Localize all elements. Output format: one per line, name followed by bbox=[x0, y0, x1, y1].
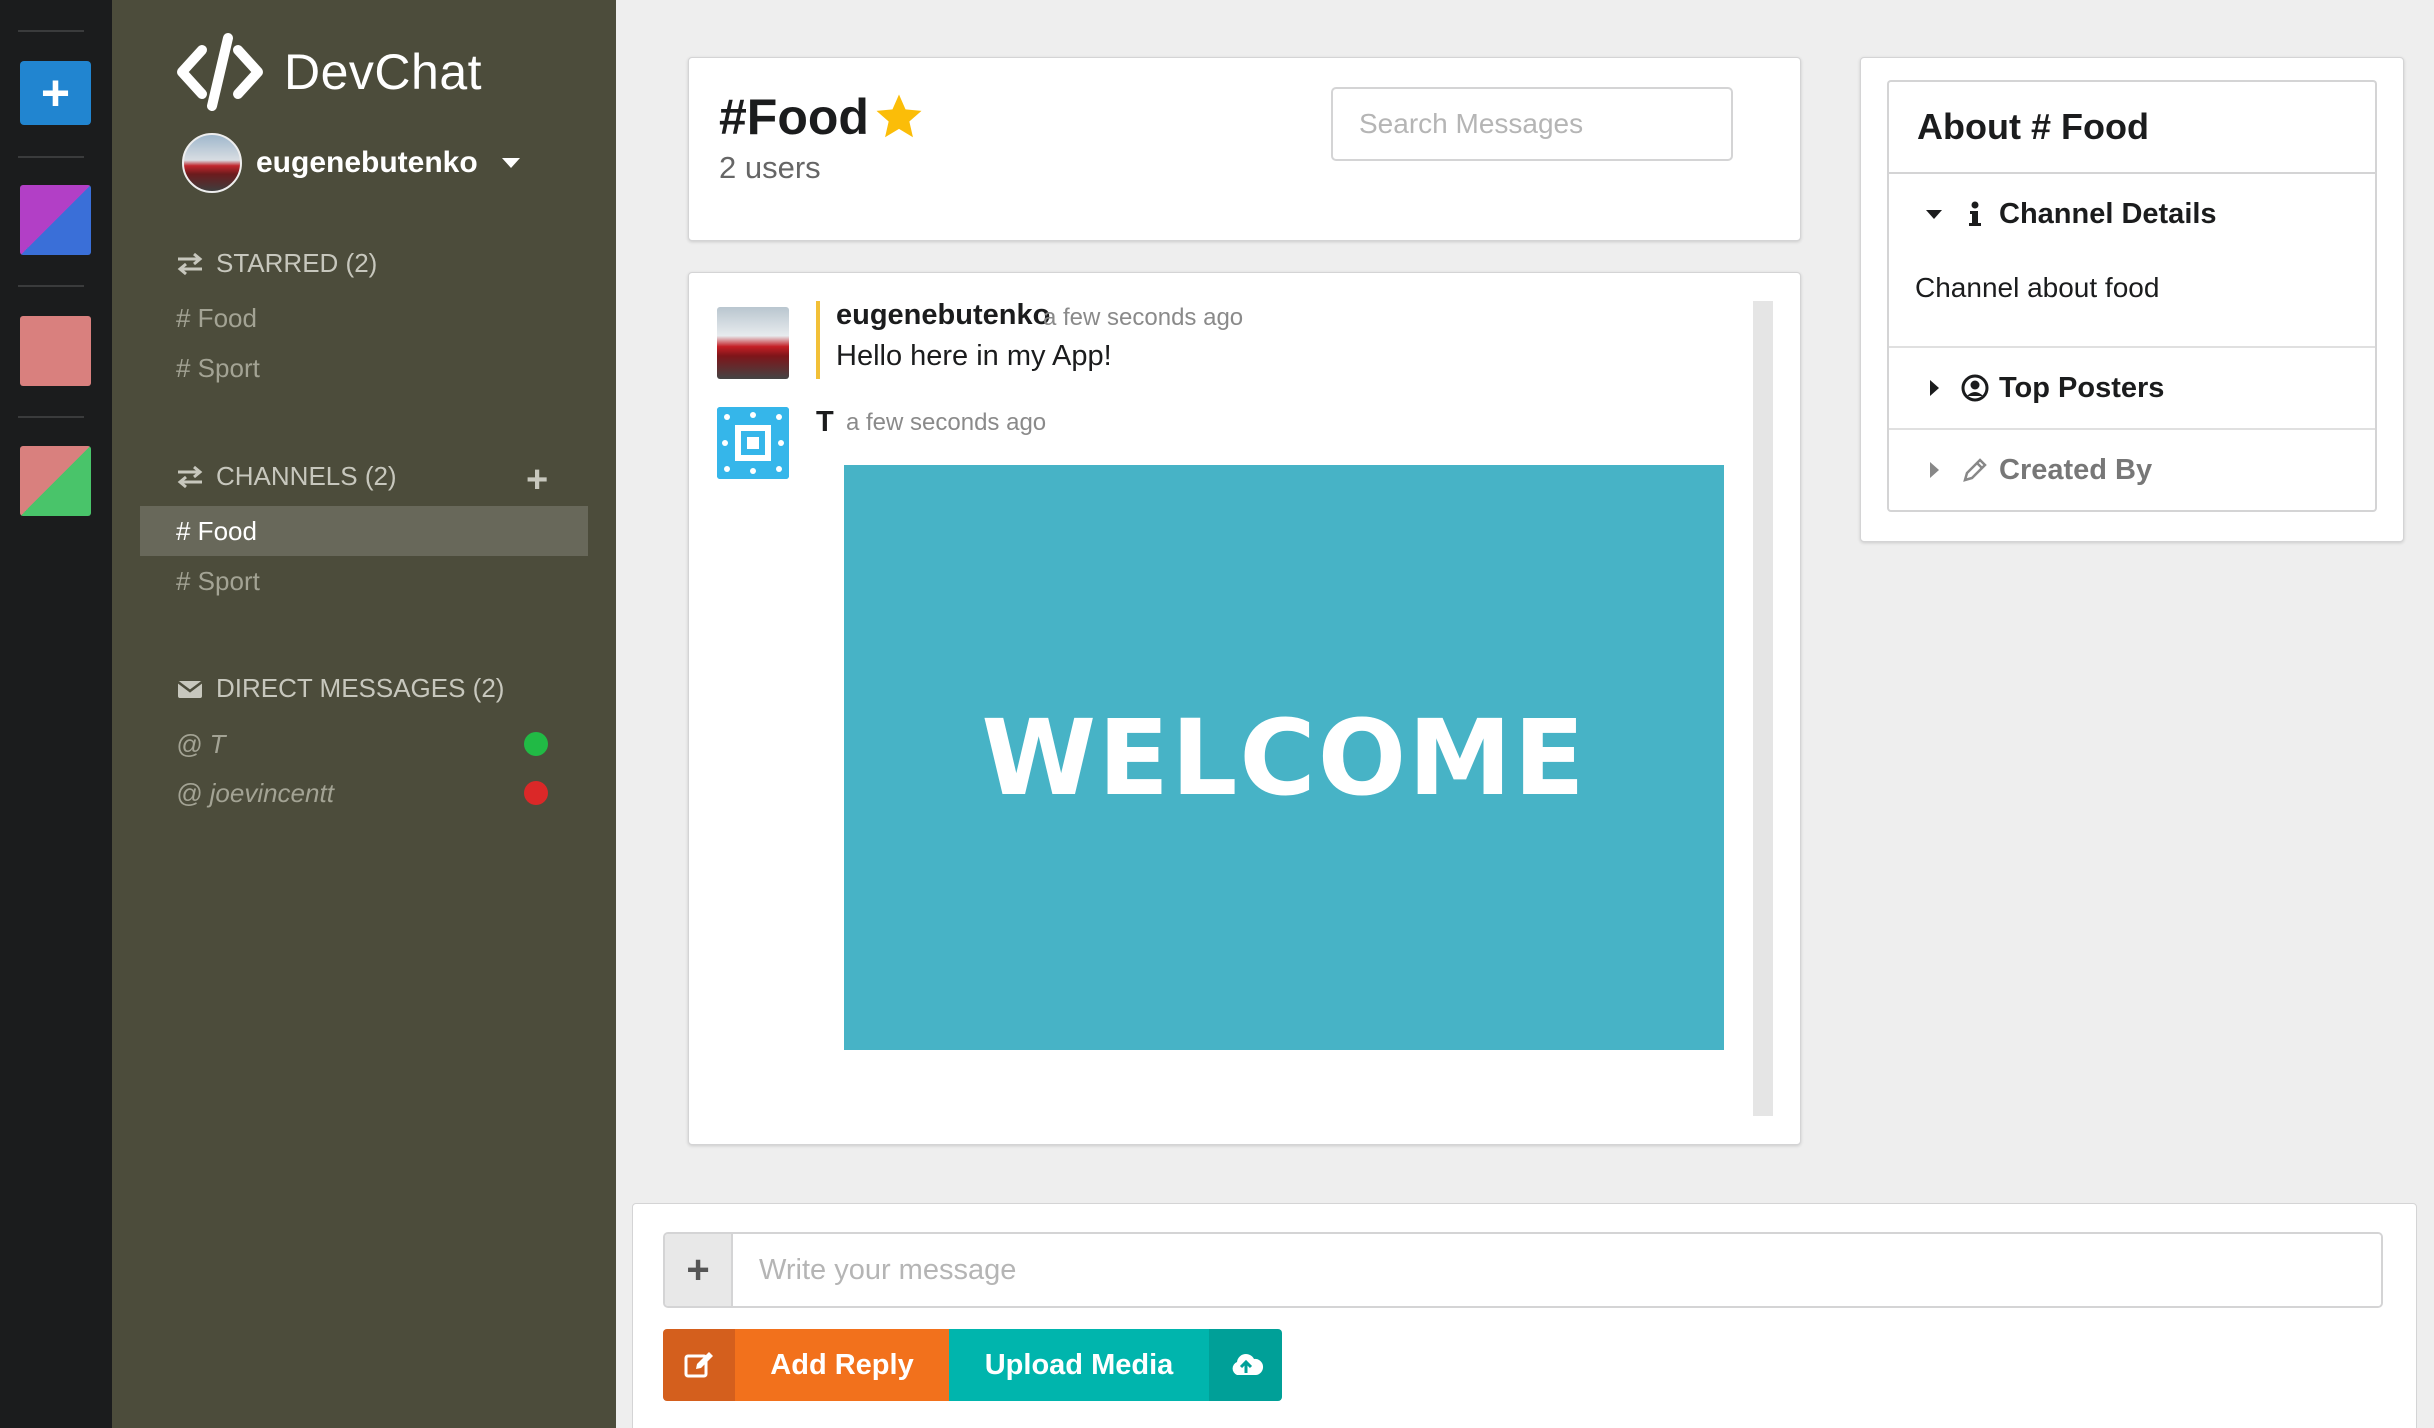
user-count: 2 users bbox=[719, 150, 821, 185]
add-reply-button[interactable]: Add Reply bbox=[735, 1329, 949, 1401]
scrollbar[interactable] bbox=[1753, 301, 1773, 1116]
color-panel-divider bbox=[18, 156, 84, 158]
avatar bbox=[717, 407, 789, 479]
welcome-image-text: WELCOME bbox=[981, 696, 1587, 819]
starred-item-label: # Food bbox=[176, 302, 257, 333]
message-image[interactable]: WELCOME bbox=[844, 465, 1724, 1050]
add-reply-label: Add Reply bbox=[770, 1348, 914, 1381]
exchange-icon bbox=[177, 465, 203, 488]
own-message-indicator bbox=[816, 301, 820, 379]
starred-item-label: # Sport bbox=[176, 352, 260, 383]
dm-item-joevincentt[interactable]: @ joevincentt bbox=[140, 768, 588, 818]
color-swatch[interactable] bbox=[20, 446, 91, 516]
meta-title: About # Food bbox=[1887, 80, 2377, 172]
accordion-created-by[interactable]: Created By bbox=[1889, 430, 2375, 510]
info-icon bbox=[1969, 201, 1981, 226]
channel-item-food[interactable]: # Food bbox=[140, 506, 588, 556]
dm-item-t[interactable]: @ T bbox=[140, 719, 588, 769]
starred-item-food[interactable]: # Food bbox=[140, 293, 588, 343]
message-timestamp: a few seconds ago bbox=[846, 409, 1047, 436]
channel-item-sport[interactable]: # Sport bbox=[140, 556, 588, 606]
color-swatch[interactable] bbox=[20, 185, 91, 255]
upload-media-button[interactable]: Upload Media bbox=[949, 1329, 1209, 1401]
add-reply-icon-button[interactable] bbox=[663, 1329, 735, 1401]
brand: DevChat bbox=[174, 32, 482, 112]
color-panel: + bbox=[0, 0, 112, 1428]
direct-messages-header: DIRECT MESSAGES (2) bbox=[176, 673, 504, 704]
avatar bbox=[717, 307, 789, 379]
color-panel-divider bbox=[18, 30, 84, 32]
avatar bbox=[182, 133, 242, 193]
messages-header: #Food 2 users bbox=[688, 57, 1801, 241]
starred-header: STARRED (2) bbox=[176, 248, 377, 279]
username: eugenebutenko bbox=[256, 146, 478, 179]
color-swatch[interactable] bbox=[20, 316, 91, 386]
add-channel-button[interactable]: + bbox=[526, 459, 548, 502]
online-status-icon bbox=[524, 732, 548, 756]
direct-messages-header-label: DIRECT MESSAGES (2) bbox=[216, 673, 505, 703]
caret-down-icon bbox=[1926, 210, 1942, 219]
sidebar: DevChat eugenebutenko STARRED (2) # Food… bbox=[112, 0, 616, 1428]
message-author: T bbox=[816, 406, 834, 438]
channel-item-label: # Sport bbox=[176, 565, 260, 596]
channel-title: #Food bbox=[719, 88, 927, 146]
message-input[interactable] bbox=[733, 1234, 2381, 1306]
exchange-icon bbox=[177, 252, 203, 275]
message-text: Hello here in my App! bbox=[836, 340, 1112, 372]
caret-right-icon bbox=[1930, 380, 1939, 396]
upload-media-icon-button[interactable] bbox=[1209, 1329, 1282, 1401]
caret-down-icon bbox=[501, 158, 520, 168]
search-input[interactable] bbox=[1359, 108, 1720, 140]
app-name: DevChat bbox=[284, 44, 483, 100]
channel-name: #Food bbox=[719, 89, 869, 145]
add-attachment-button[interactable]: + bbox=[665, 1234, 733, 1306]
messages-panel: eugenebutenko a few seconds ago Hello he… bbox=[688, 272, 1801, 1145]
starred-item-sport[interactable]: # Sport bbox=[140, 343, 588, 393]
dm-item-label: @ joevincentt bbox=[176, 777, 334, 808]
accordion-top-posters[interactable]: Top Posters bbox=[1889, 348, 2375, 428]
channel-description: Channel about food bbox=[1915, 272, 2160, 303]
accordion-title: Top Posters bbox=[1999, 371, 2165, 404]
upload-media-label: Upload Media bbox=[984, 1348, 1174, 1381]
message-input-group: + bbox=[663, 1232, 2383, 1308]
offline-status-icon bbox=[524, 781, 548, 805]
pencil-icon bbox=[1963, 458, 1987, 482]
accordion-title: Created By bbox=[1999, 453, 2153, 486]
mail-icon bbox=[177, 680, 203, 698]
plus-icon: + bbox=[40, 65, 71, 121]
user-dropdown[interactable]: eugenebutenko bbox=[182, 133, 520, 193]
caret-right-icon bbox=[1930, 462, 1939, 478]
meta-panel: About # Food Channel Details Channel abo… bbox=[1860, 57, 2404, 542]
user-circle-icon bbox=[1961, 374, 1989, 402]
channel-item-label: # Food bbox=[176, 515, 257, 546]
color-panel-divider bbox=[18, 416, 84, 418]
message-actions: Add Reply Upload Media bbox=[663, 1329, 1282, 1401]
channels-header-label: CHANNELS (2) bbox=[216, 461, 397, 491]
code-icon bbox=[177, 33, 263, 111]
channels-header: CHANNELS (2) bbox=[176, 461, 397, 492]
plus-icon: + bbox=[526, 459, 549, 501]
message-author: eugenebutenko bbox=[836, 299, 1051, 331]
starred-header-label: STARRED (2) bbox=[216, 248, 378, 278]
edit-icon bbox=[684, 1352, 713, 1378]
plus-icon: + bbox=[686, 1247, 710, 1292]
message-timestamp: a few seconds ago bbox=[1043, 304, 1244, 331]
meta-accordion: Channel Details Channel about food Top P… bbox=[1887, 172, 2377, 512]
dm-item-label: @ T bbox=[176, 728, 226, 759]
search-box[interactable] bbox=[1331, 87, 1733, 161]
star-icon[interactable] bbox=[871, 90, 927, 144]
cloud-upload-icon bbox=[1232, 1354, 1263, 1375]
accordion-title: Channel Details bbox=[1999, 197, 2217, 230]
message-form: + Add Reply Upload Media bbox=[632, 1203, 2417, 1428]
accordion-channel-details[interactable]: Channel Details bbox=[1889, 174, 2375, 254]
add-color-button[interactable]: + bbox=[20, 61, 91, 125]
color-panel-divider bbox=[18, 285, 84, 287]
